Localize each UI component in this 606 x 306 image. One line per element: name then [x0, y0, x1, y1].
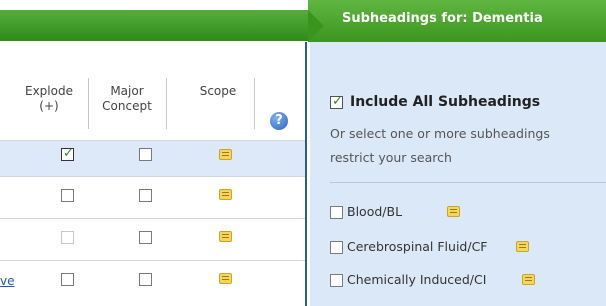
major-concept-checkbox[interactable] — [139, 273, 152, 286]
explode-checkbox[interactable] — [61, 189, 74, 202]
major-concept-checkbox[interactable] — [139, 148, 152, 161]
instruction-line-2: restrict your search — [330, 150, 452, 165]
subheading-label: Cerebrospinal Fluid/CF — [347, 239, 488, 254]
major-concept-checkbox[interactable] — [139, 189, 152, 202]
subheading-label: Chemically Induced/CI — [347, 272, 487, 287]
instruction-line-1: Or select one or more subheadings — [330, 126, 550, 141]
scope-note-icon[interactable] — [516, 241, 529, 252]
subheadings-instructions: Or select one or more subheadings restri… — [330, 122, 606, 170]
explode-header-line1: Explode — [25, 84, 73, 98]
scope-note-icon[interactable] — [219, 231, 232, 242]
subheading-checkbox[interactable] — [330, 206, 343, 219]
major-concept-checkbox[interactable] — [139, 231, 152, 244]
scope-note-icon[interactable] — [219, 273, 232, 284]
help-icon[interactable]: ? — [270, 112, 288, 130]
column-separator — [88, 78, 89, 129]
include-all-checkbox[interactable]: ✓ — [330, 94, 343, 109]
explode-checkbox — [61, 231, 74, 244]
term-link[interactable]: ve — [0, 274, 14, 288]
scope-note-icon[interactable] — [219, 189, 232, 200]
scope-note-icon[interactable] — [447, 206, 460, 217]
scope-note-icon[interactable] — [219, 149, 232, 160]
divider — [330, 182, 606, 183]
explode-header-line2: (+) — [39, 99, 59, 113]
column-separator — [166, 78, 167, 129]
explode-checkbox[interactable] — [61, 273, 74, 286]
header-arrow — [308, 10, 324, 42]
subheading-checkbox[interactable] — [330, 241, 343, 254]
scope-note-icon[interactable] — [522, 274, 535, 285]
subheadings-title: Subheadings for: Dementia — [342, 11, 543, 26]
subheadings-panel — [310, 42, 606, 306]
subheading-label: Blood/BL — [347, 204, 403, 219]
table-row — [0, 140, 305, 177]
table-row — [0, 176, 305, 213]
major-header-line1: Major — [110, 84, 144, 98]
major-header-line2: Concept — [102, 99, 152, 113]
table-row — [0, 218, 305, 255]
table-row — [0, 260, 305, 297]
results-header-bar — [0, 10, 318, 41]
subheading-checkbox[interactable] — [330, 274, 343, 287]
column-separator — [254, 78, 255, 129]
explode-checkbox[interactable]: ✓ — [61, 146, 74, 161]
include-all-label: Include All Subheadings — [350, 94, 541, 110]
